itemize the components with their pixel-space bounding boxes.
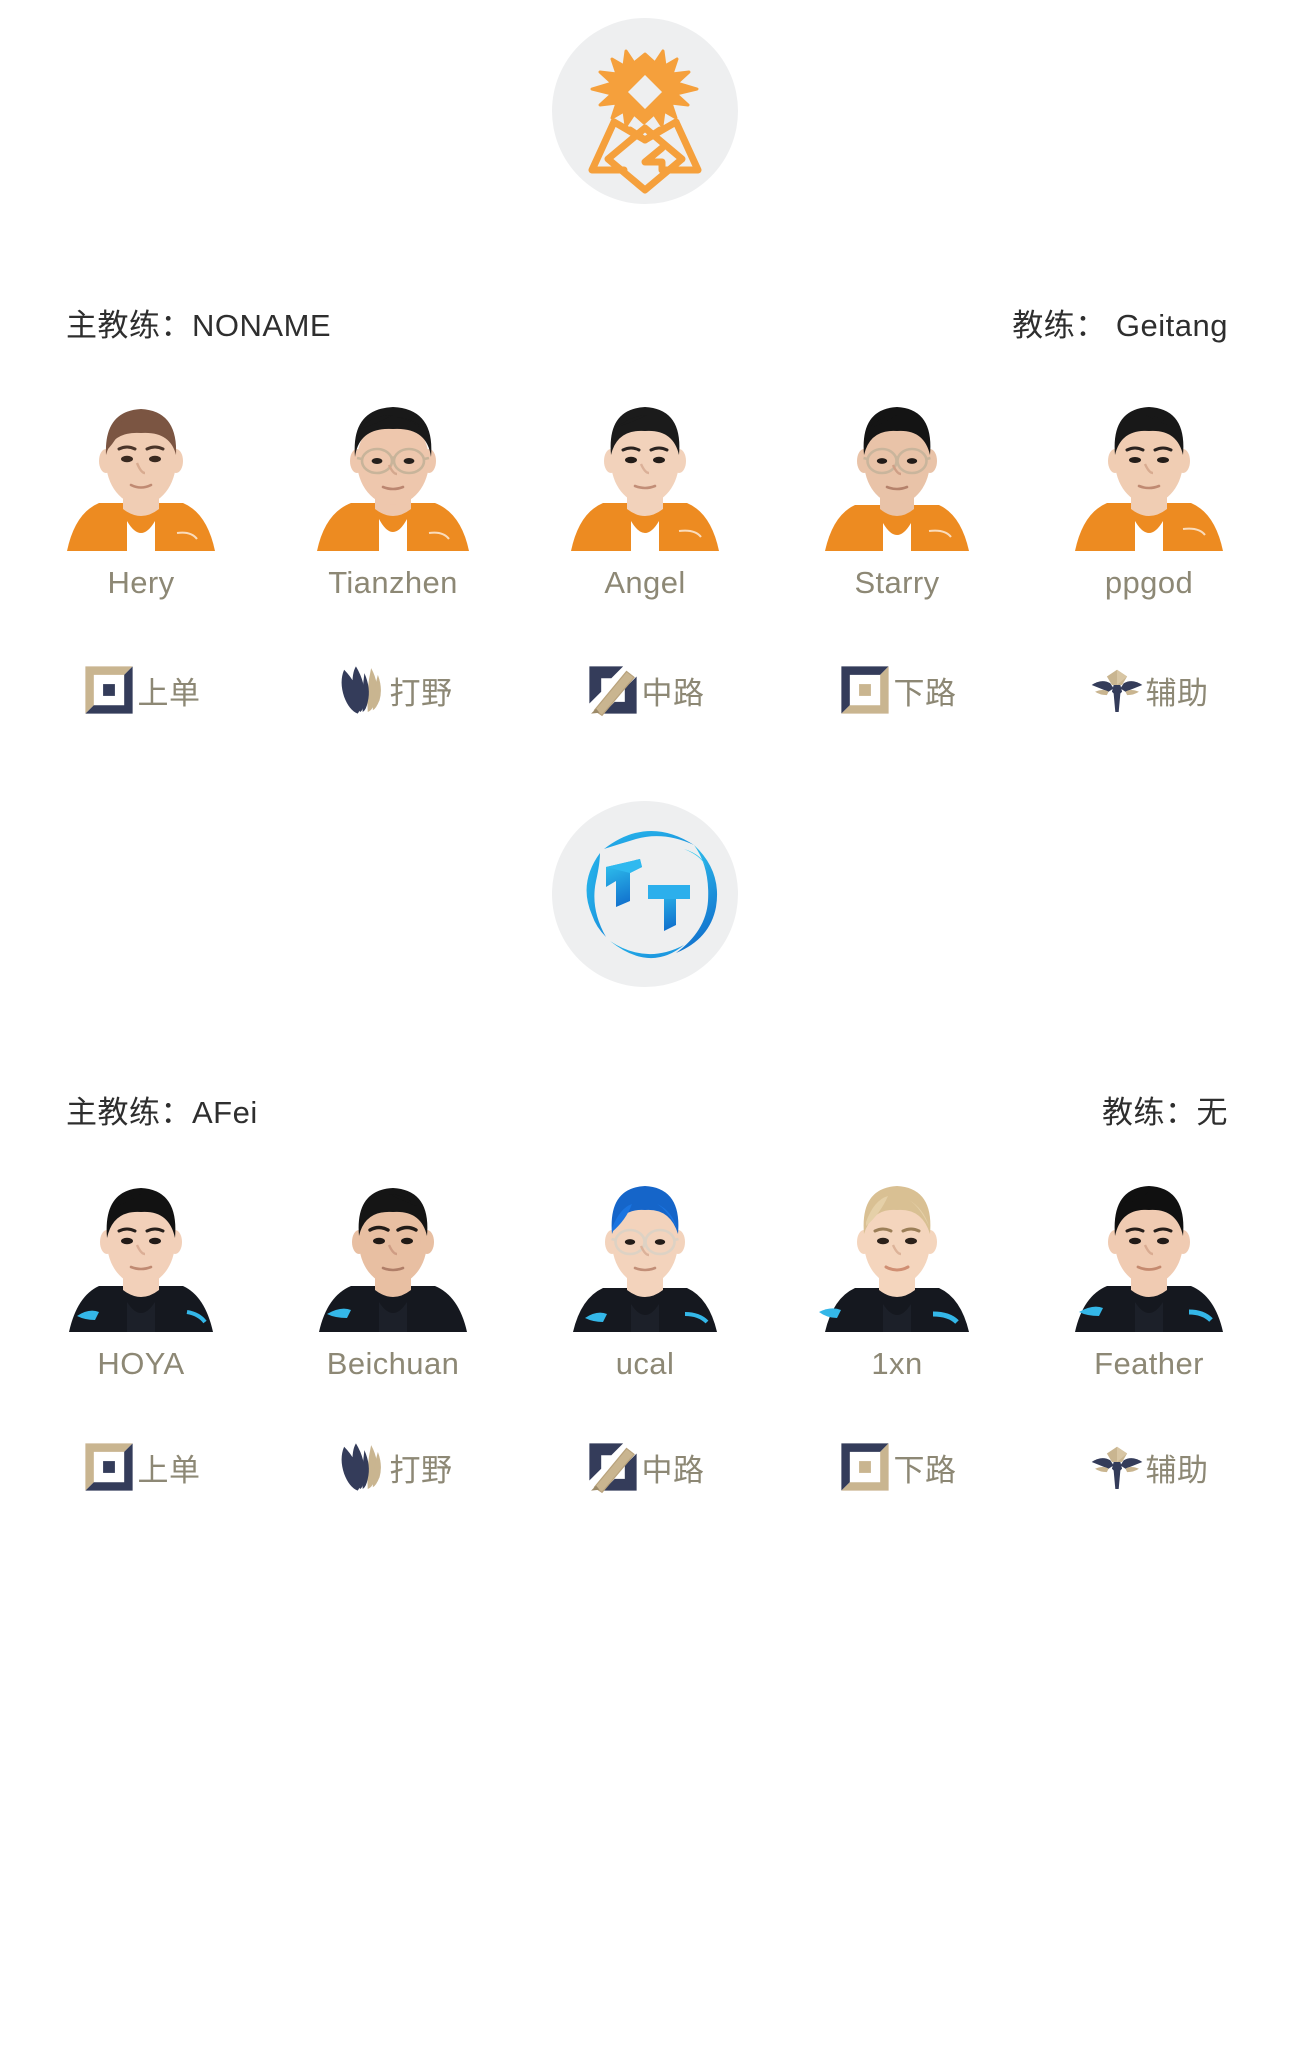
- support-icon: [1091, 1446, 1142, 1489]
- player-portrait: [813, 399, 981, 551]
- coach-label: 教练：: [1102, 1095, 1197, 1130]
- role-label: 上单: [137, 675, 201, 711]
- head-coach: 主教练：AFei: [66, 1087, 258, 1132]
- player-portrait: [1065, 1180, 1233, 1332]
- bot-lane-icon: [840, 1443, 889, 1491]
- top-lane-icon: [84, 666, 133, 714]
- role-label: 打野: [389, 1452, 453, 1488]
- player-name: ppgod: [1104, 565, 1194, 600]
- player-portrait: [561, 1180, 729, 1332]
- role-top[interactable]: 上单: [48, 663, 234, 717]
- role-mid[interactable]: 中路: [552, 1440, 738, 1494]
- player-card[interactable]: Starry: [808, 399, 986, 601]
- team-logo-row: [0, 801, 1290, 987]
- role-support[interactable]: 辅助: [1056, 663, 1242, 717]
- coach-label: 教练：: [1012, 308, 1107, 343]
- player-name: 1xn: [871, 1346, 923, 1381]
- player-card[interactable]: ucal: [556, 1180, 734, 1382]
- mid-lane-icon: [588, 1443, 637, 1494]
- staff-row: 主教练：NONAME 教练： Geitang: [0, 300, 1290, 345]
- player-card[interactable]: Beichuan: [304, 1180, 482, 1382]
- players-row: HOYA Beichuan ucal 1xn Feather: [0, 1180, 1290, 1382]
- player-portrait: [57, 399, 225, 551]
- head-coach-name: NONAME: [192, 308, 332, 343]
- player-card[interactable]: ppgod: [1060, 399, 1238, 601]
- role-label: 中路: [641, 1452, 705, 1488]
- player-card[interactable]: Hery: [52, 399, 230, 601]
- head-coach-label: 主教练：: [66, 1095, 192, 1130]
- player-name: ucal: [615, 1346, 675, 1381]
- player-portrait: [309, 1180, 477, 1332]
- top-lane-icon: [84, 1443, 133, 1491]
- role-jungle[interactable]: 打野: [300, 663, 486, 717]
- player-portrait: [309, 399, 477, 551]
- player-portrait: [57, 1180, 225, 1332]
- role-support[interactable]: 辅助: [1056, 1440, 1242, 1494]
- mid-lane-icon: [588, 666, 637, 717]
- role-label: 中路: [641, 675, 705, 711]
- coach: 教练： Geitang: [1012, 300, 1228, 345]
- team-block-tt: 主教练：AFei 教练：无 HOYA Beichuan ucal 1xn Fea…: [0, 801, 1290, 1494]
- role-mid[interactable]: 中路: [552, 663, 738, 717]
- player-portrait: [561, 399, 729, 551]
- coach-name: Geitang: [1115, 308, 1228, 343]
- player-name: HOYA: [97, 1346, 185, 1381]
- role-label: 上单: [137, 1452, 201, 1488]
- head-coach-name: AFei: [192, 1095, 258, 1130]
- player-card[interactable]: Angel: [556, 399, 734, 601]
- player-card[interactable]: Feather: [1060, 1180, 1238, 1382]
- bot-lane-icon: [840, 666, 889, 714]
- coach-name: 无: [1196, 1095, 1228, 1130]
- role-bot[interactable]: 下路: [804, 663, 990, 717]
- thunder-talk-logo: [552, 801, 738, 987]
- staff-row: 主教练：AFei 教练：无: [0, 1087, 1290, 1132]
- support-icon: [1091, 669, 1142, 712]
- team-block-lgd: 主教练：NONAME 教练： Geitang Hery Tianzhen Ang…: [0, 0, 1290, 717]
- player-card[interactable]: 1xn: [808, 1180, 986, 1382]
- role-bot[interactable]: 下路: [804, 1440, 990, 1494]
- role-top[interactable]: 上单: [48, 1440, 234, 1494]
- lgd-gaming-logo: [552, 18, 738, 204]
- jungle-icon: [341, 666, 381, 714]
- role-label: 下路: [893, 675, 957, 711]
- player-card[interactable]: HOYA: [52, 1180, 230, 1382]
- player-name: Feather: [1094, 1346, 1204, 1381]
- player-name: Hery: [107, 565, 175, 600]
- head-coach: 主教练：NONAME: [66, 300, 331, 345]
- player-name: Beichuan: [326, 1346, 460, 1381]
- role-label: 辅助: [1145, 1452, 1209, 1488]
- team-logo-row: [0, 18, 1290, 204]
- player-portrait: [813, 1180, 981, 1332]
- player-name: Angel: [604, 565, 686, 600]
- role-label: 打野: [389, 675, 453, 711]
- roles-row: 上单 打野 中路 下路 辅助: [0, 663, 1290, 717]
- player-name: Starry: [854, 565, 940, 600]
- jungle-icon: [341, 1443, 381, 1491]
- head-coach-label: 主教练：: [66, 308, 192, 343]
- team-roster-page: 主教练：NONAME 教练： Geitang Hery Tianzhen Ang…: [0, 0, 1290, 2069]
- coach: 教练：无: [1102, 1087, 1228, 1132]
- player-card[interactable]: Tianzhen: [304, 399, 482, 601]
- player-name: Tianzhen: [328, 565, 458, 600]
- roles-row: 上单 打野 中路 下路 辅助: [0, 1440, 1290, 1494]
- role-jungle[interactable]: 打野: [300, 1440, 486, 1494]
- role-label: 辅助: [1145, 675, 1209, 711]
- players-row: Hery Tianzhen Angel Starry ppgod: [0, 399, 1290, 601]
- role-label: 下路: [893, 1452, 957, 1488]
- player-portrait: [1065, 399, 1233, 551]
